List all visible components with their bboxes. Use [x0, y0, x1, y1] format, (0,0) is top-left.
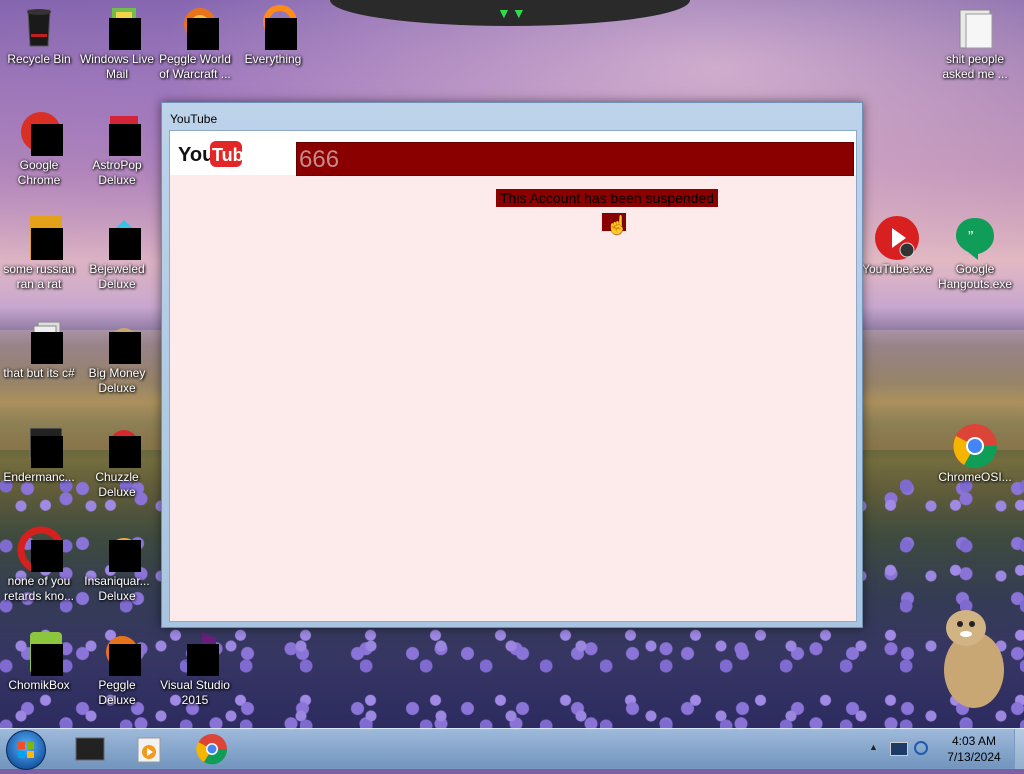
- youtube-exe-icon: [874, 214, 920, 260]
- channel-input-field[interactable]: 666: [296, 142, 854, 176]
- bejeweled-icon: [94, 214, 141, 260]
- peggle-icon: [94, 630, 141, 676]
- terminal-icon: [16, 422, 63, 468]
- terminal-icon: [75, 737, 105, 761]
- desktop-icon-label: Endermanc...: [3, 470, 75, 484]
- desktop-icon-that-but-its-csharp[interactable]: that but its c#: [0, 318, 78, 381]
- desktop-icon-hangouts[interactable]: ” Google Hangouts.exe: [936, 214, 1014, 292]
- desktop-icon-label: that but its c#: [3, 366, 75, 380]
- opera-icon: [16, 526, 65, 574]
- media-player-icon: [137, 737, 161, 763]
- desktop-icon-label: Everything: [244, 52, 302, 66]
- desktop-icon-youtube-exe[interactable]: YouTube.exe: [858, 214, 936, 277]
- desktop-icon-label: Peggle Deluxe: [98, 678, 136, 707]
- desktop-icon-label: shit people asked me ...: [942, 52, 1008, 81]
- desktop-icon-label: Insaniquar... Deluxe: [84, 574, 150, 603]
- clock[interactable]: 4:03 AM 7/13/2024: [934, 733, 1014, 765]
- hand-cursor-icon: ☝: [606, 215, 629, 235]
- desktop-icon-big-money[interactable]: Big Money Deluxe: [78, 318, 156, 396]
- big-money-icon: [94, 318, 141, 364]
- chrome-os-icon: [952, 422, 998, 468]
- chuzzle-icon: [94, 422, 141, 468]
- desktop-icon-label: none of you retards kno...: [3, 574, 75, 603]
- peggle-wow-icon: [172, 4, 219, 50]
- desktop-icon-label: Bejeweled Deluxe: [89, 262, 145, 291]
- desktop-icon-endermanc[interactable]: Endermanc...: [0, 422, 78, 485]
- logo-tube-text: Tube: [212, 145, 244, 165]
- desktop-icon-label: Peggle World of Warcraft ...: [159, 52, 231, 81]
- desktop-icon-recycle-bin[interactable]: Recycle Bin: [0, 4, 78, 67]
- desktop-icon-windows-live-mail[interactable]: Windows Live Mail: [78, 4, 156, 82]
- network-icon[interactable]: [914, 741, 928, 755]
- adobe-icon: e: [16, 214, 63, 260]
- tray-expand-icon[interactable]: ▲: [869, 742, 878, 752]
- insaniquarium-icon: [94, 526, 141, 572]
- taskbar-chrome-button[interactable]: [192, 732, 232, 766]
- desktop-icon-label: Visual Studio 2015: [160, 678, 230, 707]
- desktop-icon-peggle-deluxe[interactable]: Peggle Deluxe: [78, 630, 156, 708]
- desktop-icon-label: ChomikBox: [8, 678, 70, 692]
- desktop-icon-opera[interactable]: none of you retards kno...: [0, 526, 78, 604]
- window-title: YouTube: [170, 112, 218, 126]
- svg-text:”: ”: [968, 229, 973, 246]
- desktop-icon-label: Chuzzle Deluxe: [95, 470, 139, 499]
- desktop-icon-folder[interactable]: shit people asked me ...: [936, 4, 1014, 82]
- windows-live-mail-icon: [94, 4, 141, 50]
- astropop-icon: [94, 110, 141, 156]
- desktop-icon-chomikbox[interactable]: ChomikBox: [0, 630, 78, 693]
- desktop-icon-visual-studio[interactable]: Visual Studio 2015: [156, 630, 234, 708]
- desktop-icon-label: YouTube.exe: [862, 262, 932, 276]
- taskbar-terminal-button[interactable]: [70, 732, 110, 766]
- show-desktop-button[interactable]: [1014, 729, 1024, 769]
- start-button[interactable]: [6, 730, 46, 770]
- clock-date: 7/13/2024: [947, 750, 1001, 764]
- folder-icon: [952, 4, 998, 50]
- desktop-icon-peggle-wow[interactable]: Peggle World of Warcraft ...: [156, 4, 234, 82]
- everything-search-icon: [250, 4, 297, 50]
- visual-studio-icon: [172, 630, 219, 676]
- hamster-gadget-icon[interactable]: [930, 600, 1010, 710]
- desktop-icon-astropop[interactable]: AstroPop Deluxe: [78, 110, 156, 188]
- youtube-logo: You Tube: [178, 139, 254, 174]
- desktop-icon-label: Big Money Deluxe: [88, 366, 146, 395]
- desktop-icon-label: Google Chrome: [17, 158, 61, 187]
- desktop-icon-adobe[interactable]: e some russian ran a rat: [0, 214, 78, 292]
- google-chrome-icon: [196, 734, 228, 765]
- desktop-icon-google-chrome[interactable]: Google Chrome: [0, 110, 78, 188]
- desktop-icon-label: AstroPop Deluxe: [92, 158, 142, 187]
- desktop-icon-insaniquarium[interactable]: Insaniquar... Deluxe: [78, 526, 156, 604]
- google-chrome-icon: [16, 110, 63, 156]
- suspended-message: This Account has been suspended: [496, 189, 719, 207]
- desktop-icon-chuzzle[interactable]: Chuzzle Deluxe: [78, 422, 156, 500]
- desktop-icon-bejeweled[interactable]: Bejeweled Deluxe: [78, 214, 156, 292]
- taskbar: ▲ 4:03 AM 7/13/2024: [0, 728, 1024, 770]
- logo-you-text: You: [178, 144, 214, 166]
- action-center-icon[interactable]: [890, 742, 908, 756]
- youtube-window[interactable]: YouTube You Tube 666 This Account has be…: [161, 102, 863, 628]
- stacked-windows-icon: [16, 318, 63, 364]
- desktop-icon-label: Windows Live Mail: [79, 52, 155, 81]
- chomikbox-icon: [16, 630, 63, 676]
- clock-time: 4:03 AM: [951, 734, 997, 748]
- desktop-icon-chromeos[interactable]: ChromeOSI...: [936, 422, 1014, 485]
- hangouts-icon: ”: [952, 214, 998, 260]
- desktop-icon-label: some russian ran a rat: [3, 262, 75, 291]
- desktop-icon-label: Recycle Bin: [7, 52, 71, 66]
- desktop-icon-label: ChromeOSI...: [938, 470, 1012, 484]
- gadget-indicator-icon: ▼▼: [497, 5, 527, 21]
- window-content: You Tube 666 This Account has been suspe…: [169, 130, 857, 622]
- recycle-bin-icon: [16, 4, 62, 50]
- taskbar-media-player-button[interactable]: [130, 732, 170, 766]
- desktop-icon-label: Google Hangouts.exe: [937, 262, 1013, 291]
- desktop-icon-everything[interactable]: Everything: [234, 4, 312, 67]
